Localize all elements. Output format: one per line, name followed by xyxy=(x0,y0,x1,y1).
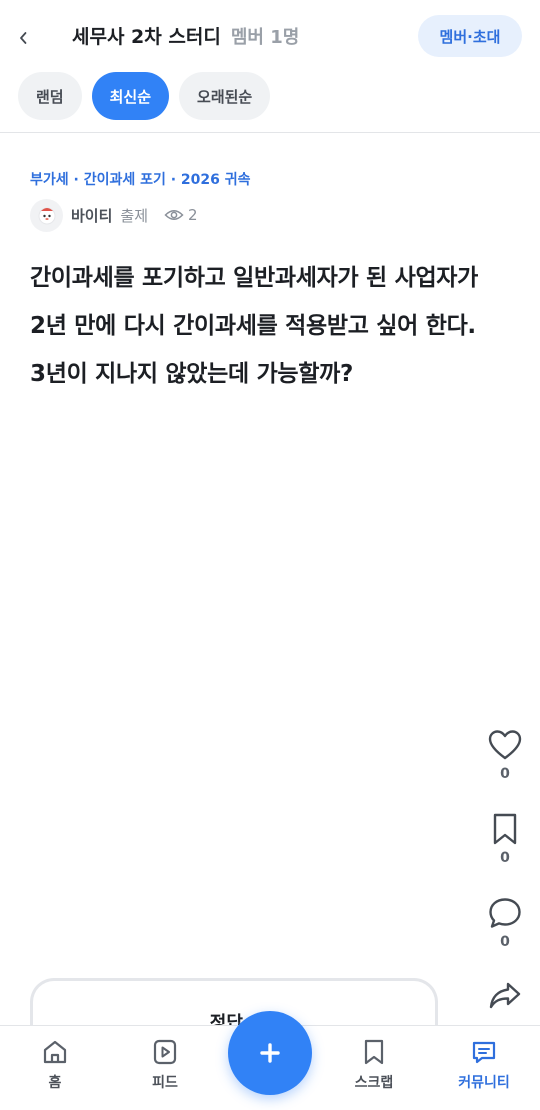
bookmark-icon xyxy=(493,813,517,845)
nav-scrap-label: 스크랩 xyxy=(354,1075,394,1091)
sort-tabs: 랜덤 최신순 오래된순 xyxy=(18,72,271,120)
header: 세무사 2차 스터디 멤버 1명 멤버·초대 xyxy=(0,0,540,72)
eye-icon xyxy=(164,210,184,220)
question-text: 간이과세를 포기하고 일반과세자가 된 사업자가 2년 만에 다시 간이과세를 … xyxy=(30,265,479,387)
comment-bubble-icon xyxy=(489,898,521,928)
scrap-button[interactable]: 0 xyxy=(484,812,526,896)
heart-icon xyxy=(488,730,522,760)
like-button[interactable]: 0 xyxy=(484,728,526,812)
title-group: 세무사 2차 스터디 멤버 1명 xyxy=(72,22,299,52)
post-actions: 0 0 0 xyxy=(484,728,526,1064)
plus-icon xyxy=(260,1043,280,1063)
chat-icon xyxy=(472,1041,496,1064)
avatar-icon xyxy=(38,207,55,225)
view-count-value: 2 xyxy=(188,206,198,224)
share-arrow-icon xyxy=(489,982,521,1009)
nav-community[interactable]: 커뮤니티 xyxy=(444,1038,524,1092)
author-row: 바이티 출제 2 xyxy=(30,198,198,232)
invite-member-button[interactable]: 멤버·초대 xyxy=(418,15,522,57)
scrap-count: 0 xyxy=(500,850,510,866)
nav-home[interactable]: 홈 xyxy=(15,1038,95,1092)
header-divider xyxy=(0,132,540,133)
nav-community-label: 커뮤니티 xyxy=(458,1075,510,1091)
member-count: 멤버 1명 xyxy=(230,27,300,48)
author-name[interactable]: 바이티 xyxy=(71,205,112,226)
back-button[interactable] xyxy=(10,22,36,54)
create-post-button[interactable] xyxy=(228,1011,312,1095)
nav-scrap[interactable]: 스크랩 xyxy=(334,1038,414,1092)
comment-button[interactable]: 0 xyxy=(484,896,526,980)
view-count: 2 xyxy=(164,206,198,224)
home-icon xyxy=(43,1040,67,1064)
bookmark-icon xyxy=(364,1039,384,1065)
nav-home-label: 홈 xyxy=(48,1075,62,1091)
post-category[interactable]: 부가세 · 간이과세 포기 · 2026 귀속 xyxy=(30,169,251,189)
nav-feed[interactable]: 피드 xyxy=(125,1038,205,1092)
play-icon xyxy=(153,1039,177,1065)
sort-tab-latest[interactable]: 최신순 xyxy=(91,72,170,120)
page-title: 세무사 2차 스터디 xyxy=(72,26,221,48)
nav-feed-label: 피드 xyxy=(152,1075,178,1091)
like-count: 0 xyxy=(500,766,510,782)
author-role: 출제 xyxy=(120,206,149,225)
comment-count: 0 xyxy=(500,934,510,950)
sort-tab-oldest[interactable]: 오래된순 xyxy=(179,72,271,120)
avatar[interactable] xyxy=(30,198,63,232)
chevron-left-icon xyxy=(20,32,27,44)
sort-tab-random[interactable]: 랜덤 xyxy=(18,72,82,120)
